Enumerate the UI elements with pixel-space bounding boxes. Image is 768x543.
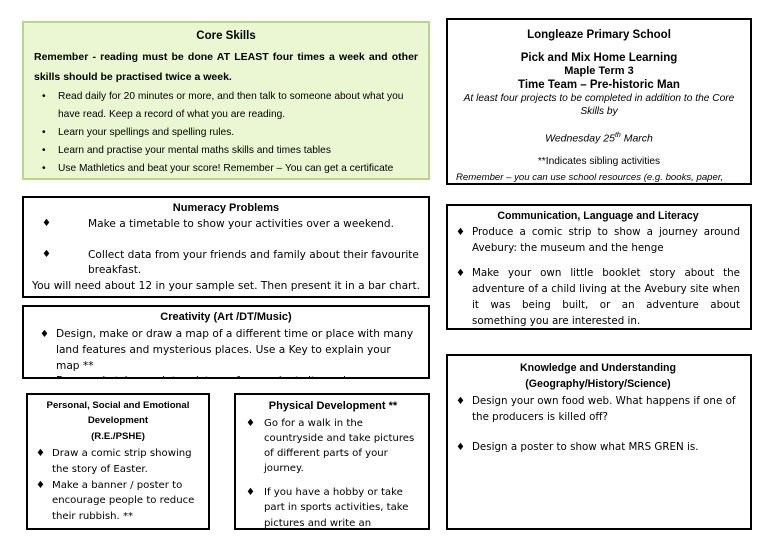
creativity-panel: Creativity (Art /DT/Music) ♦ Design, make… [22, 305, 430, 379]
bullet-diamond-icon: ♦ [456, 268, 465, 280]
communication-item-text: Make your own little booklet story about… [472, 267, 740, 327]
communication-list: ♦ Produce a comic strip to show a journey… [456, 225, 740, 328]
bullet-diamond-icon: ♦ [456, 442, 465, 454]
list-item: ♦ Produce a comic strip to show a journey… [456, 225, 740, 257]
physical-development-panel: Physical Development ** ♦ Go for a walk i… [234, 393, 430, 530]
list-item: • Use Mathletics and beat your score! Rem… [34, 160, 418, 178]
bullet-diamond-icon: ♦ [42, 249, 51, 261]
knowledge-list: ♦ Design your own food web. What happens … [456, 394, 740, 456]
pshe-item-text: Draw a comic strip showing the story of … [52, 448, 192, 476]
communication-language-literacy-panel: Communication, Language and Literacy ♦ Pr… [446, 204, 752, 330]
core-skills-lead-text: Remember - reading must be done AT LEAST… [34, 51, 418, 83]
bullet-dot-icon: • [42, 126, 46, 138]
core-skills-item-text: Learn and practise your mental maths ski… [58, 144, 331, 156]
pshe-list: ♦ Draw a comic strip showing the story of… [36, 446, 200, 524]
numeracy-item-text-continued: You will need about 12 in your sample se… [32, 279, 420, 296]
numeracy-item-text: Make a timetable to show your activities… [88, 217, 394, 230]
school-info-panel: Longleaze Primary School Pick and Mix Ho… [446, 18, 752, 185]
list-item: ♦ Draw a comic strip showing the story of… [36, 446, 200, 477]
bullet-diamond-icon: ♦ [40, 374, 49, 377]
topic-title: Time Team – Pre-historic Man [518, 79, 680, 91]
list-item: ♦ Design a poster to show what MRS GREN i… [456, 440, 740, 456]
pshe-title-line1: Personal, Social and Emotional [46, 400, 190, 411]
programme-title: Pick and Mix Home Learning [520, 52, 678, 64]
bullet-diamond-icon: ♦ [456, 396, 465, 408]
home-learning-grid-page: Core Skills Remember - reading must be d… [0, 0, 768, 543]
knowledge-title-line1: Knowledge and Understanding [520, 362, 676, 374]
list-item: ♦ Make a timetable to show your activiti… [32, 217, 420, 232]
pshe-title-line3: (R.E./PSHE) [91, 430, 145, 442]
list-item: • Learn and practise your mental maths sk… [34, 142, 418, 160]
project-instruction: At least four projects to be completed i… [463, 93, 735, 118]
list-item: ♦ Go for a walk in the countryside and ta… [246, 416, 420, 477]
creativity-item-text: Design, make or draw a map of a differen… [56, 327, 414, 372]
list-item: ♦ Make a banner / poster to encourage peo… [36, 478, 200, 525]
numeracy-panel: Numeracy Problems ♦ Make a timetable to … [22, 196, 430, 298]
bullet-dot-icon: • [42, 91, 46, 103]
knowledge-title-line2: (Geography/History/Science) [525, 378, 671, 391]
pshe-panel: Personal, Social and Emotional Developme… [26, 393, 210, 530]
bullet-diamond-icon: ♦ [42, 217, 51, 229]
physical-item-text: Go for a walk in the countryside and tak… [264, 417, 415, 475]
list-item: ♦ Design your own food web. What happens … [456, 394, 740, 426]
physical-list: ♦ Go for a walk in the countryside and ta… [246, 416, 420, 529]
communication-item-text: Produce a comic strip to show a journey … [472, 226, 740, 255]
knowledge-item-text: Design a poster to show what MRS GREN is… [472, 441, 699, 454]
bullet-dot-icon: • [42, 144, 46, 156]
numeracy-title: Numeracy Problems [172, 202, 280, 214]
resources-note: Remember – you can use school resources … [456, 172, 724, 183]
knowledge-item-text: Design your own food web. What happens i… [472, 395, 736, 424]
core-skills-item-text: Read daily for 20 minutes or more, and t… [58, 91, 404, 121]
bullet-diamond-icon: ♦ [40, 328, 49, 340]
list-item: • Learn your spellings and spelling rules… [34, 124, 418, 142]
core-skills-panel: Core Skills Remember - reading must be d… [22, 21, 430, 180]
physical-title: Physical Development ** [268, 400, 398, 412]
due-date-month: March [620, 132, 653, 144]
physical-item-text: If you have a hobby or take part in spor… [264, 487, 409, 529]
pshe-title-line2: Development [87, 415, 149, 427]
core-skills-item-text: Learn your spellings and spelling rules. [58, 126, 235, 138]
bullet-diamond-icon: ♦ [246, 487, 255, 499]
list-item: ♦ Make your own little booklet story abou… [456, 266, 740, 328]
due-date-day: Wednesday 25 [545, 132, 615, 144]
class-and-term: Maple Term 3 [564, 65, 634, 77]
creativity-title: Creativity (Art /DT/Music) [160, 311, 292, 323]
list-item: ♦ Draw a sketch or paint a picture of an … [36, 374, 416, 377]
creativity-list: ♦ Design, make or draw a map of a differe… [36, 327, 416, 377]
list-item: ♦ Collect data from your friends and fam… [32, 248, 420, 296]
core-skills-list: • Read daily for 20 minutes or more, and … [34, 88, 418, 177]
list-item: • Read daily for 20 minutes or more, and … [34, 88, 418, 124]
core-skills-title: Core Skills [196, 30, 256, 42]
core-skills-item-text: Use Mathletics and beat your score! Reme… [58, 162, 394, 174]
bullet-diamond-icon: ♦ [456, 227, 465, 239]
bullet-diamond-icon: ♦ [36, 479, 45, 491]
bullet-diamond-icon: ♦ [246, 417, 255, 429]
due-date: Wednesday 25th March [456, 132, 742, 145]
knowledge-understanding-panel: Knowledge and Understanding (Geography/H… [446, 354, 752, 530]
pshe-item-text: Make a banner / poster to encourage peop… [52, 479, 195, 522]
bullet-dot-icon: • [42, 162, 46, 174]
school-name: Longleaze Primary School [527, 29, 671, 41]
communication-title: Communication, Language and Literacy [497, 210, 699, 222]
list-item: ♦ If you have a hobby or take part in spo… [246, 485, 420, 529]
creativity-item-text: Draw a sketch or paint a picture of an a… [56, 375, 365, 377]
bullet-diamond-icon: ♦ [36, 448, 45, 460]
sibling-activities-note: **Indicates sibling activities [537, 156, 661, 167]
numeracy-item-text: Collect data from your friends and famil… [88, 249, 419, 277]
list-item: ♦ Design, make or draw a map of a differe… [36, 327, 416, 375]
